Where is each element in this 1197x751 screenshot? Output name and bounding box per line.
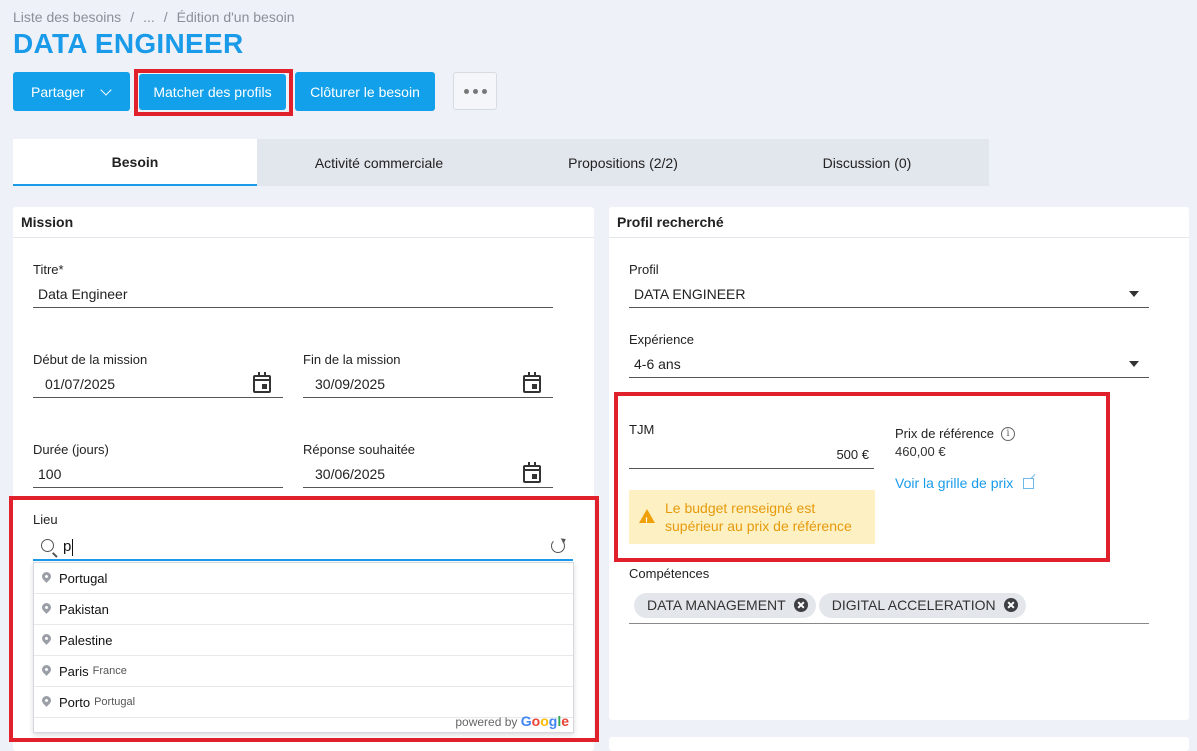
breadcrumb-separator: /	[130, 9, 135, 25]
competence-chip: DATA MANAGEMENT	[634, 592, 816, 618]
breadcrumb-current: Édition d'un besoin	[176, 9, 295, 25]
breadcrumb: Liste des besoins / ... / Édition d'un b…	[13, 9, 295, 25]
remove-chip-icon[interactable]	[1003, 598, 1018, 612]
tab-propositions[interactable]: Propositions (2/2)	[501, 139, 745, 186]
titre-input[interactable]: Data Engineer	[33, 280, 553, 308]
calendar-icon[interactable]	[253, 372, 271, 393]
calendar-icon[interactable]	[523, 372, 541, 393]
competence-chip: DIGITAL ACCELERATION	[818, 592, 1026, 618]
refresh-icon[interactable]	[551, 539, 565, 553]
mission-card-title: Mission	[13, 207, 594, 238]
debut-value: 01/07/2025	[45, 375, 116, 392]
map-pin-icon	[40, 601, 53, 614]
dropdown-arrow-icon	[1129, 291, 1139, 297]
tjm-input[interactable]: 500 €	[629, 440, 874, 469]
profil-select[interactable]: DATA ENGINEER	[629, 280, 1149, 308]
fin-value: 30/09/2025	[315, 375, 386, 392]
mission-card: Mission Titre* Data Engineer Début de la…	[13, 207, 594, 751]
tab-activite-commerciale[interactable]: Activité commerciale	[257, 139, 501, 186]
lieu-label: Lieu	[33, 512, 58, 527]
text-caret	[72, 539, 73, 556]
reponse-value: 30/06/2025	[315, 465, 386, 482]
tab-discussion[interactable]: Discussion (0)	[745, 139, 989, 186]
lieu-search-value: p	[63, 538, 72, 555]
close-need-button[interactable]: Clôturer le besoin	[295, 72, 435, 111]
map-pin-icon	[40, 694, 53, 707]
suggestion-portugal[interactable]: Portugal	[34, 563, 573, 594]
external-link-icon	[1023, 477, 1035, 489]
breadcrumb-separator: /	[163, 9, 168, 25]
experience-value: 4-6 ans	[634, 355, 681, 372]
info-icon[interactable]: i	[1001, 426, 1015, 441]
map-pin-icon	[40, 663, 53, 676]
suggestion-paris[interactable]: Paris France	[34, 656, 573, 687]
tab-bar: Besoin Activité commerciale Propositions…	[13, 139, 989, 186]
profil-card-title: Profil recherché	[609, 207, 1189, 238]
share-button-label: Partager	[31, 83, 85, 100]
duree-value: 100	[38, 465, 62, 482]
map-pin-icon	[40, 632, 53, 645]
debut-date-input[interactable]: 01/07/2025	[33, 370, 283, 398]
experience-label: Expérience	[629, 332, 695, 347]
tab-besoin[interactable]: Besoin	[13, 139, 257, 186]
location-suggestions: Portugal Pakistan Palestine Paris France…	[33, 562, 574, 733]
fin-date-input[interactable]: 30/09/2025	[303, 370, 553, 398]
suggestion-pakistan[interactable]: Pakistan	[34, 594, 573, 625]
competences-input[interactable]: DATA MANAGEMENT DIGITAL ACCELERATION	[629, 587, 1149, 624]
reference-price-value: 460,00 €	[895, 444, 946, 459]
warning-icon	[639, 509, 655, 530]
match-profiles-button[interactable]: Matcher des profils	[139, 74, 286, 110]
more-dots-icon	[481, 88, 487, 94]
titre-value: Data Engineer	[38, 285, 128, 302]
budget-warning: Le budget renseigné est supérieur au pri…	[629, 490, 875, 544]
calendar-icon[interactable]	[523, 462, 541, 483]
budget-warning-text: Le budget renseigné est supérieur au pri…	[665, 500, 852, 534]
map-pin-icon	[40, 570, 53, 583]
more-dots-icon	[472, 88, 478, 94]
more-dots-icon	[463, 88, 469, 94]
reponse-date-input[interactable]: 30/06/2025	[303, 460, 553, 488]
google-logo: Google	[520, 713, 569, 729]
more-options-button[interactable]	[453, 72, 497, 110]
duree-label: Durée (jours)	[33, 442, 109, 457]
dropdown-arrow-icon	[1129, 361, 1139, 367]
price-grid-link[interactable]: Voir la grille de prix	[895, 475, 1035, 491]
remove-chip-icon[interactable]	[793, 598, 808, 612]
powered-by-google: powered by Google	[455, 713, 569, 729]
search-icon	[41, 539, 54, 552]
fin-label: Fin de la mission	[303, 352, 401, 367]
profil-label: Profil	[629, 262, 659, 277]
profil-card: Profil recherché Profil DATA ENGINEER Ex…	[609, 207, 1189, 720]
competences-label: Compétences	[629, 566, 710, 581]
tjm-label: TJM	[629, 422, 655, 437]
breadcrumb-ellipsis[interactable]: ...	[143, 9, 155, 25]
profil-value: DATA ENGINEER	[634, 285, 746, 302]
suggestion-palestine[interactable]: Palestine	[34, 625, 573, 656]
breadcrumb-link-list[interactable]: Liste des besoins	[13, 9, 121, 25]
share-button[interactable]: Partager	[13, 72, 130, 111]
reponse-label: Réponse souhaitée	[303, 442, 416, 457]
experience-select[interactable]: 4-6 ans	[629, 350, 1149, 378]
next-card	[609, 737, 1189, 751]
duree-input[interactable]: 100	[33, 460, 283, 488]
titre-label: Titre*	[33, 262, 64, 277]
reference-price-label: Prix de référence i	[895, 426, 1015, 441]
lieu-search-input[interactable]: p	[33, 533, 573, 561]
chevron-down-icon	[100, 84, 112, 96]
tjm-value: 500 €	[836, 446, 869, 462]
page-title: DATA ENGINEER	[13, 28, 244, 59]
debut-label: Début de la mission	[33, 352, 148, 367]
